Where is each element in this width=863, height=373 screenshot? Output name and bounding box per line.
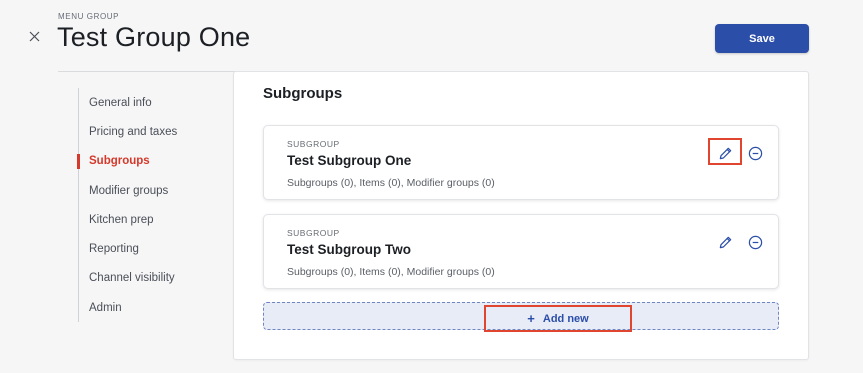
subgroup-card: SUBGROUP Test Subgroup One Subgroups (0)… (263, 125, 779, 200)
plus-icon: + (527, 311, 535, 326)
sidebar-item-kitchen-prep[interactable]: Kitchen prep (79, 205, 228, 234)
subgroup-meta: Subgroups (0), Items (0), Modifier group… (287, 266, 495, 278)
page-eyebrow: MENU GROUP (58, 12, 120, 21)
subgroups-panel: Subgroups SUBGROUP Test Subgroup One Sub… (233, 71, 809, 360)
sidebar-item-admin[interactable]: Admin (79, 293, 228, 322)
pencil-icon (719, 147, 731, 159)
sidebar-item-general-info[interactable]: General info (79, 88, 228, 117)
close-icon (29, 31, 39, 41)
remove-subgroup-button[interactable] (745, 232, 765, 252)
subgroup-name: Test Subgroup One (287, 153, 412, 168)
minus-circle-icon (748, 235, 762, 249)
minus-circle-icon (748, 146, 762, 160)
subgroup-meta: Subgroups (0), Items (0), Modifier group… (287, 177, 495, 189)
subgroup-eyebrow: SUBGROUP (287, 139, 340, 149)
page-title: Test Group One (57, 22, 251, 52)
subgroup-eyebrow: SUBGROUP (287, 228, 340, 238)
subgroup-card: SUBGROUP Test Subgroup Two Subgroups (0)… (263, 214, 779, 289)
header-divider (58, 71, 235, 72)
sidebar-item-channel-visibility[interactable]: Channel visibility (79, 264, 228, 293)
sidebar-item-subgroups[interactable]: Subgroups (77, 147, 228, 176)
close-button[interactable] (26, 28, 42, 44)
sidebar-item-modifier-groups[interactable]: Modifier groups (79, 176, 228, 205)
add-new-row[interactable]: + Add new (263, 302, 779, 332)
edit-subgroup-button[interactable] (715, 143, 735, 163)
add-new-label: Add new (542, 312, 589, 325)
edit-subgroup-button[interactable] (715, 232, 735, 252)
sidebar-item-pricing-and-taxes[interactable]: Pricing and taxes (79, 117, 228, 146)
subgroup-name: Test Subgroup Two (287, 242, 411, 257)
sidebar-nav: General info Pricing and taxes Subgroups… (77, 88, 228, 323)
section-title: Subgroups (263, 85, 343, 102)
remove-subgroup-button[interactable] (745, 143, 765, 163)
pencil-icon (719, 236, 731, 248)
save-button[interactable]: Save (715, 24, 809, 53)
sidebar-item-reporting[interactable]: Reporting (79, 234, 228, 263)
add-new-button[interactable]: + Add new (484, 305, 632, 332)
